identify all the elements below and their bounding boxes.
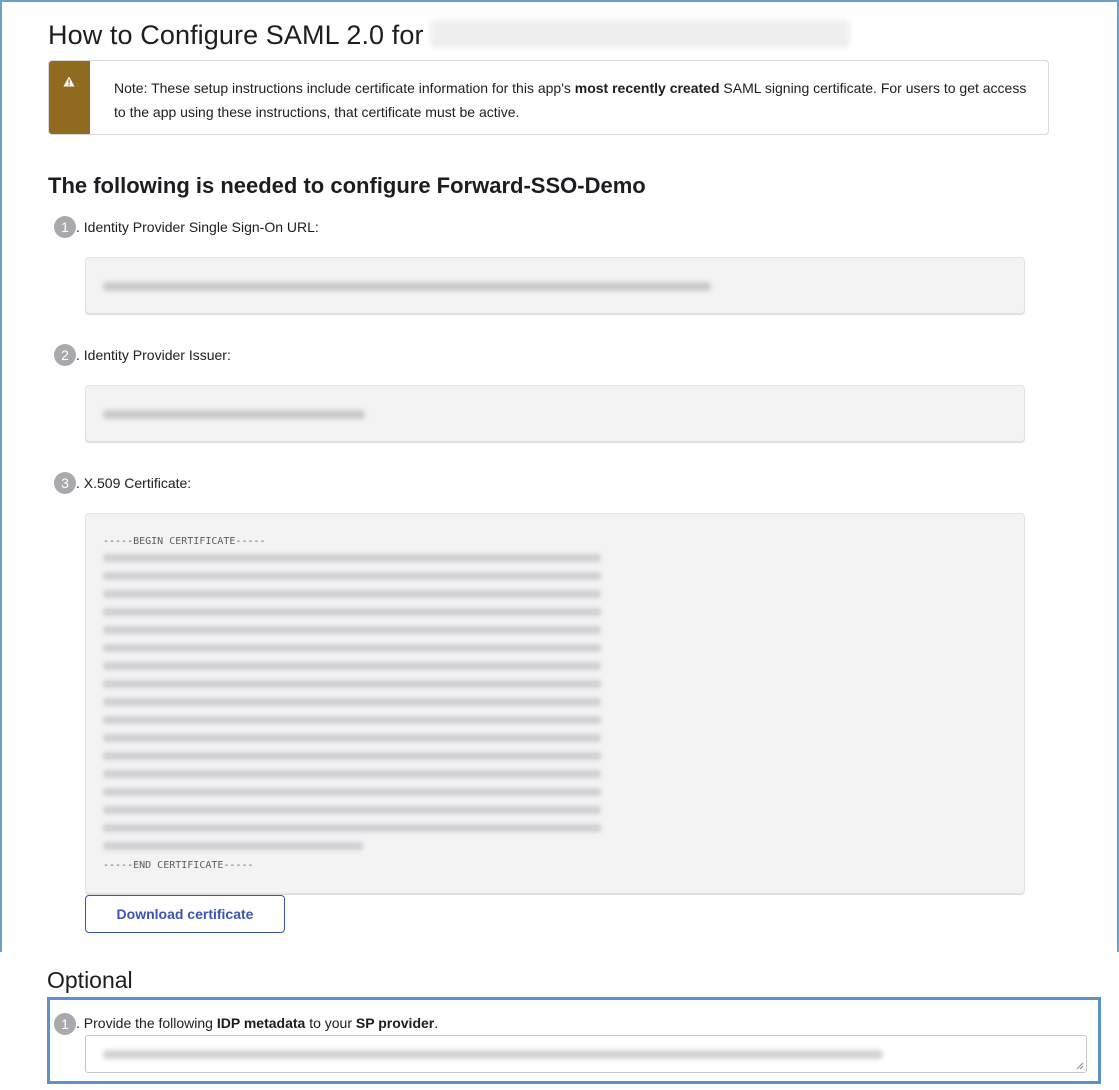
redacted-certificate-line bbox=[103, 734, 601, 742]
redacted-certificate-line bbox=[103, 644, 601, 652]
certificate-begin-marker: -----BEGIN CERTIFICATE----- bbox=[103, 536, 266, 547]
section-title: The following is needed to configure For… bbox=[48, 173, 646, 198]
idp-metadata-emphasis: IDP metadata bbox=[216, 1015, 306, 1031]
step-number-badge: 2 bbox=[54, 344, 76, 366]
redacted-certificate-line bbox=[103, 572, 601, 580]
certificate-note-callout: Note: These setup instructions include c… bbox=[48, 60, 1049, 135]
redacted-certificate-line bbox=[103, 698, 601, 706]
instruction-text: to your bbox=[305, 1015, 356, 1031]
redacted-certificate-line bbox=[103, 788, 601, 796]
step-number-badge: 1 bbox=[54, 1013, 76, 1035]
redacted-certificate-line bbox=[103, 590, 601, 598]
idp-metadata-instruction: . Provide the following IDP metadata to … bbox=[76, 1015, 438, 1031]
step-number-badge: 3 bbox=[54, 472, 76, 494]
sso-url-label: . Identity Provider Single Sign-On URL: bbox=[76, 219, 319, 235]
callout-text: Note: These setup instructions include c… bbox=[114, 76, 1034, 124]
redacted-certificate-line bbox=[103, 824, 601, 832]
page-title-text: How to Configure SAML 2.0 for bbox=[48, 20, 424, 50]
issuer-label: . Identity Provider Issuer: bbox=[76, 347, 231, 363]
redacted-metadata-url bbox=[103, 1050, 883, 1059]
redacted-certificate-line bbox=[103, 806, 601, 814]
sp-provider-emphasis: SP provider bbox=[355, 1015, 435, 1031]
sso-url-field[interactable] bbox=[85, 257, 1025, 314]
idp-metadata-textarea[interactable] bbox=[85, 1035, 1087, 1073]
instruction-text: . Provide the following bbox=[76, 1015, 217, 1031]
redacted-issuer bbox=[103, 410, 365, 419]
download-certificate-button[interactable]: Download certificate bbox=[85, 895, 285, 933]
issuer-field[interactable] bbox=[85, 385, 1025, 442]
callout-text-start: Note: These setup instructions include c… bbox=[114, 80, 575, 96]
redacted-certificate-line bbox=[103, 842, 363, 850]
redacted-certificate-line bbox=[103, 608, 601, 616]
redacted-app-name bbox=[429, 20, 850, 48]
redacted-certificate-line bbox=[103, 680, 601, 688]
certificate-label: . X.509 Certificate: bbox=[76, 475, 192, 491]
optional-section-title: Optional bbox=[47, 967, 133, 993]
instruction-text: . bbox=[434, 1015, 439, 1031]
redacted-sso-url bbox=[103, 282, 711, 291]
redacted-certificate-line bbox=[103, 752, 601, 760]
redacted-certificate-line bbox=[103, 554, 601, 562]
callout-accent-bar bbox=[49, 61, 90, 134]
certificate-end-marker: -----END CERTIFICATE----- bbox=[103, 860, 254, 871]
warning-icon bbox=[63, 76, 75, 87]
certificate-field[interactable]: -----BEGIN CERTIFICATE----- -----END CER… bbox=[85, 513, 1025, 894]
redacted-certificate-line bbox=[103, 626, 601, 634]
redacted-certificate-line bbox=[103, 770, 601, 778]
callout-text-emphasis: most recently created bbox=[574, 80, 720, 96]
redacted-certificate-line bbox=[103, 662, 601, 670]
resize-grip-icon[interactable] bbox=[1076, 1062, 1084, 1070]
page-title: How to Configure SAML 2.0 for bbox=[48, 20, 850, 51]
step-number-badge: 1 bbox=[54, 216, 76, 238]
redacted-certificate-line bbox=[103, 716, 601, 724]
